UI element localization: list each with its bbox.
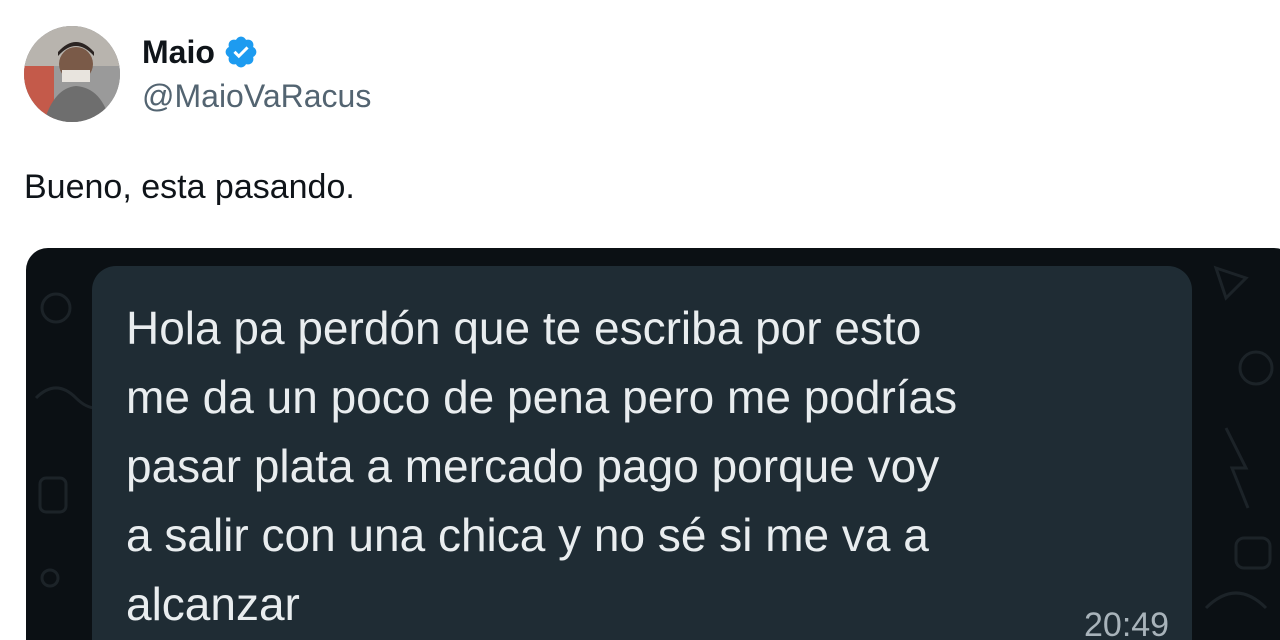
avatar[interactable] <box>24 26 120 122</box>
tweet: Maio @MaioVaRacus Bueno, esta pasando. H… <box>0 0 1280 640</box>
message-timestamp: 20:49 <box>1084 606 1170 640</box>
author-info: Maio @MaioVaRacus <box>142 30 371 115</box>
avatar-image <box>24 26 120 122</box>
display-name[interactable]: Maio <box>142 34 215 71</box>
message-bubble: Hola pa perdón que te escriba por esto m… <box>92 266 1192 640</box>
handle[interactable]: @MaioVaRacus <box>142 78 371 115</box>
verified-badge-icon <box>223 34 259 70</box>
attached-screenshot[interactable]: Hola pa perdón que te escriba por esto m… <box>26 248 1280 640</box>
tweet-text: Bueno, esta pasando. <box>24 168 355 206</box>
message-text: Hola pa perdón que te escriba por esto m… <box>126 302 958 630</box>
name-row: Maio <box>142 30 371 74</box>
